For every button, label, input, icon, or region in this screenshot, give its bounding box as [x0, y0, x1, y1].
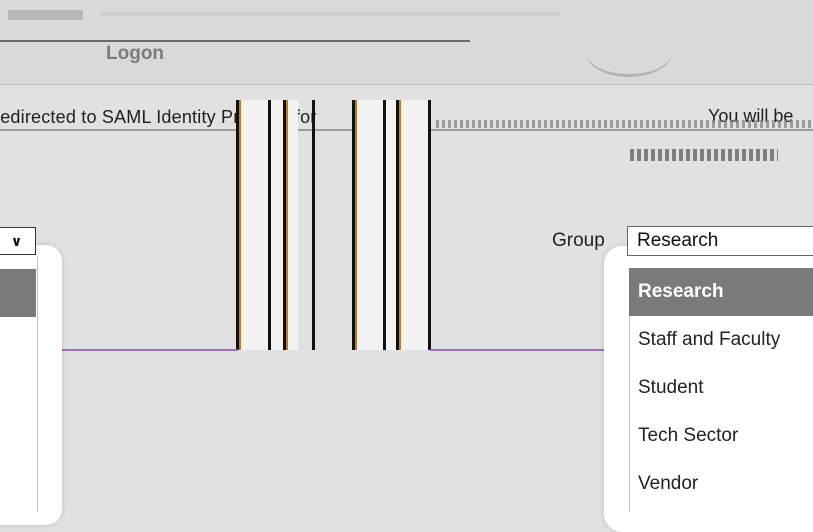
group-option-research[interactable]: Research: [629, 268, 813, 316]
header-stripe: [100, 12, 560, 16]
render-artifact: [286, 100, 288, 350]
logo-icon: [586, 28, 672, 77]
group-label: Group: [552, 230, 605, 251]
render-artifact: [428, 100, 431, 350]
render-artifact: [312, 100, 315, 350]
header-bottom-border: [0, 84, 813, 85]
group-option-vendor[interactable]: Vendor: [629, 460, 813, 508]
status-timestamp: [630, 149, 778, 161]
page-title: Logon: [106, 43, 165, 64]
render-artifact: [239, 100, 241, 350]
connector-line: [430, 349, 606, 351]
render-artifact: [268, 100, 271, 350]
header-divider: [0, 40, 470, 42]
message-artifact: [436, 120, 813, 128]
group-option-staff-and-faculty[interactable]: Staff and Faculty: [629, 316, 813, 364]
group-option-tech-sector[interactable]: Tech Sector: [629, 412, 813, 460]
group-option-student[interactable]: Student: [629, 364, 813, 412]
chevron-down-icon: ∨: [10, 233, 23, 249]
left-dropdown-highlighted-option[interactable]: [0, 269, 36, 317]
render-artifact: [399, 100, 401, 350]
connector-line: [62, 349, 238, 351]
left-dropdown[interactable]: ∨: [0, 227, 36, 255]
render-artifact: [383, 100, 386, 350]
render-artifact: [355, 100, 357, 350]
render-artifact: [355, 100, 430, 350]
header-logo-fragment: [8, 10, 83, 20]
group-select[interactable]: Research: [627, 226, 813, 256]
